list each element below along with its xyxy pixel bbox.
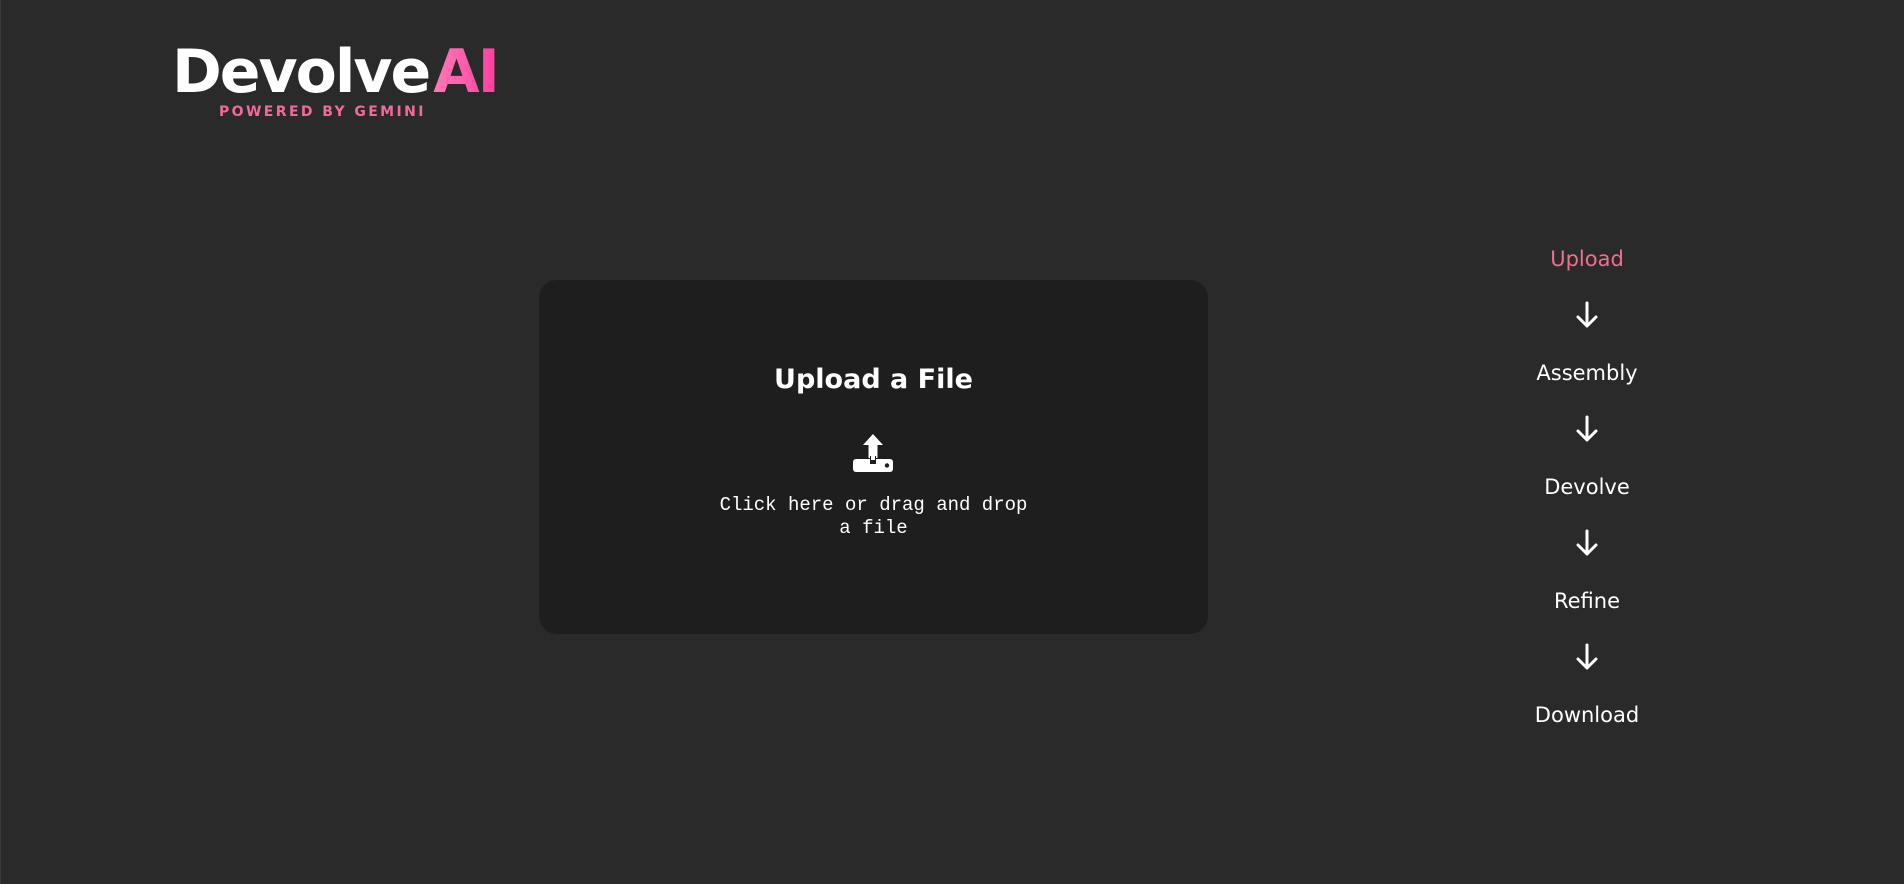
step-devolve: Devolve xyxy=(1544,475,1630,499)
devolve-ai-logo: DevolveAI POWERED BY GEMINI xyxy=(172,36,500,126)
upload-instructions-line-2: a file xyxy=(839,517,908,539)
step-download: Download xyxy=(1534,703,1640,727)
logo-word-devolve: Devolve xyxy=(172,37,431,107)
upload-instructions: Click here or drag and drop a file xyxy=(699,494,1048,540)
file-upload-dropzone[interactable]: Upload a File Click here or drag and dro… xyxy=(539,280,1208,634)
arrow-down-icon xyxy=(1576,643,1598,670)
arrow-down-icon xyxy=(1576,301,1598,328)
upload-instructions-line-1: Click here or drag and drop xyxy=(719,494,1028,516)
step-upload: Upload xyxy=(1550,247,1624,271)
logo-tagline: POWERED BY GEMINI xyxy=(219,104,426,120)
arrow-down-icon xyxy=(1576,529,1598,556)
upload-icon xyxy=(853,434,893,472)
step-refine: Refine xyxy=(1553,589,1621,613)
logo-word-ai: AI xyxy=(433,37,500,107)
step-assembly: Assembly xyxy=(1536,361,1638,385)
arrow-down-icon xyxy=(1576,415,1598,442)
upload-title: Upload a File xyxy=(774,364,973,395)
